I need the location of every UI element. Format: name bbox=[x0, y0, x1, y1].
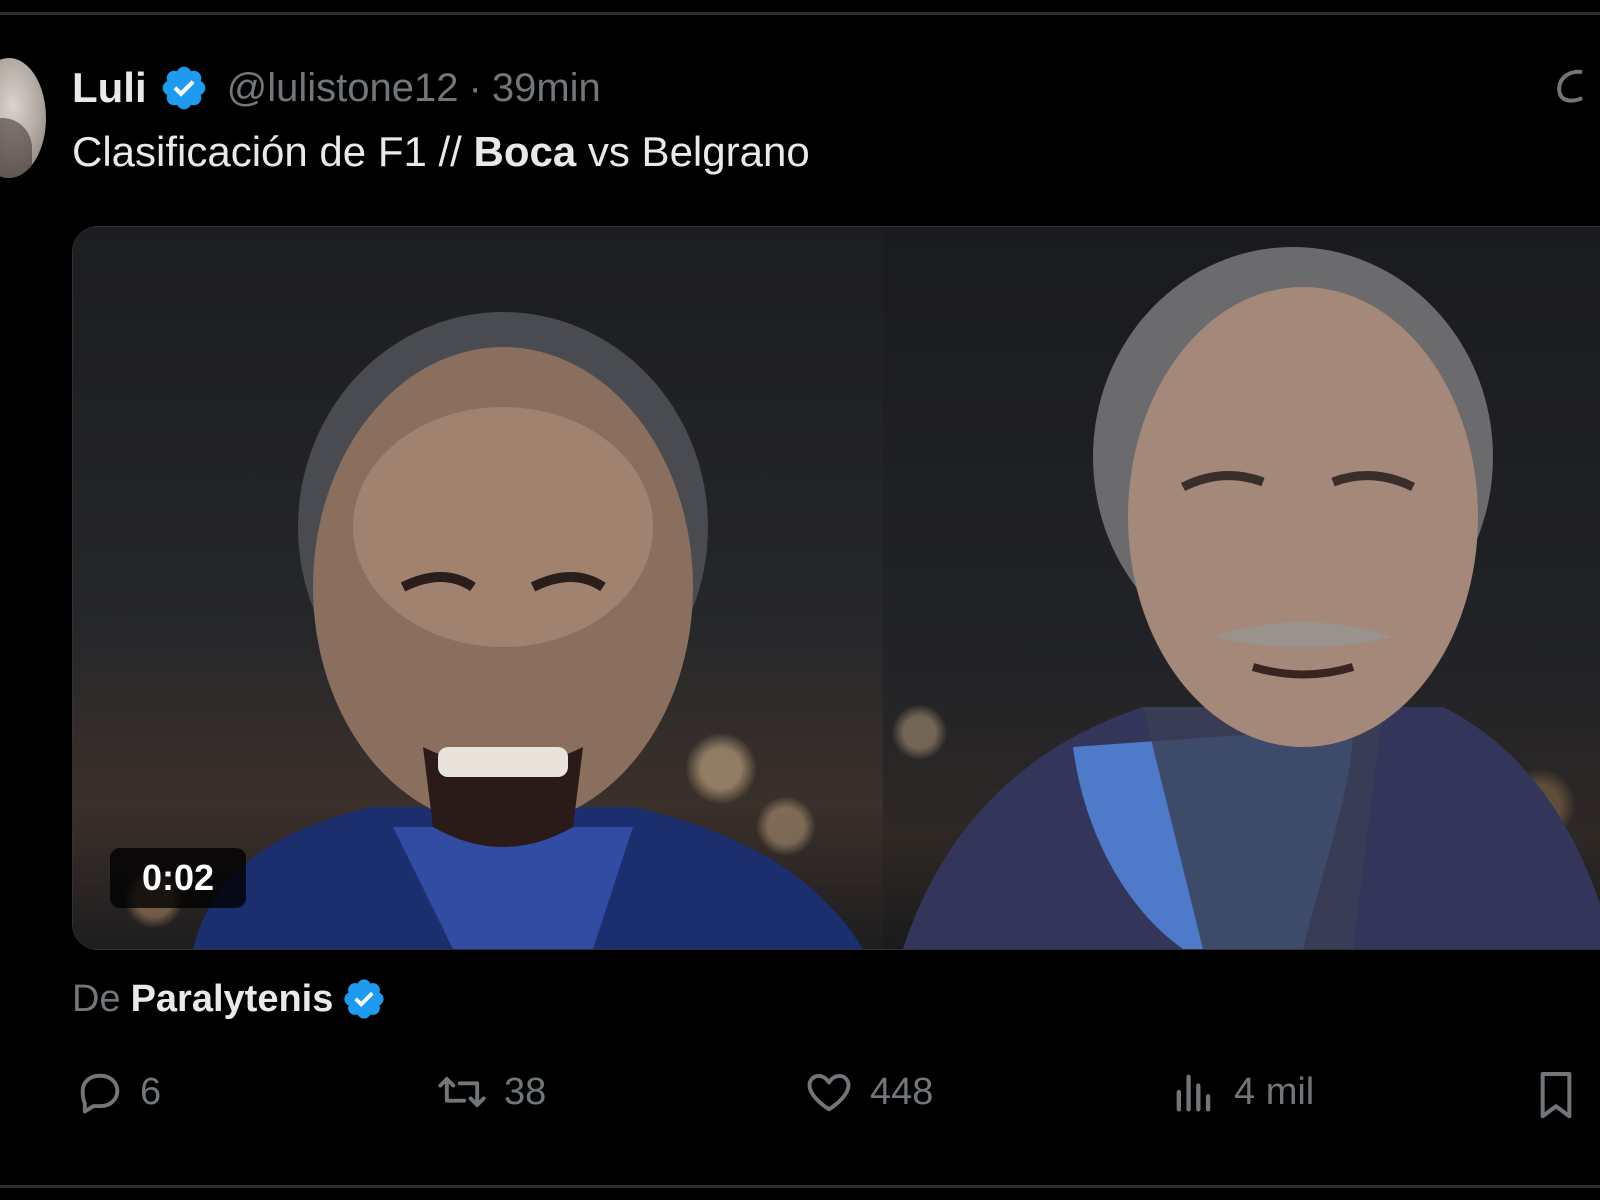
video-duration: 0:02 bbox=[110, 848, 246, 908]
tweet-text-bold: Boca bbox=[473, 128, 577, 175]
source-prefix: De bbox=[72, 977, 121, 1020]
heart-icon bbox=[807, 1074, 851, 1112]
person-laughing bbox=[193, 312, 863, 949]
video-frame-right bbox=[883, 227, 1600, 949]
retweet-count: 38 bbox=[504, 1070, 547, 1113]
tweet-text-part1: Clasificación de F1 // bbox=[72, 128, 474, 175]
avatar[interactable] bbox=[0, 58, 46, 178]
video-source: De Paralytenis bbox=[72, 976, 387, 1022]
post-time[interactable]: 39min bbox=[492, 66, 601, 111]
tweet-text-part2: vs Belgrano bbox=[576, 128, 810, 175]
video-player[interactable] bbox=[72, 226, 1600, 950]
source-account[interactable]: Paralytenis bbox=[131, 978, 334, 1021]
separator-dot: · bbox=[468, 65, 482, 110]
verified-badge-icon[interactable] bbox=[159, 63, 209, 113]
retweet-button[interactable]: 38 bbox=[434, 1066, 546, 1118]
video-frame-left bbox=[73, 227, 883, 949]
like-button[interactable]: 448 bbox=[802, 1066, 933, 1118]
reply-icon bbox=[80, 1073, 120, 1114]
grok-icon[interactable] bbox=[1548, 62, 1588, 112]
verified-badge-icon bbox=[344, 979, 385, 1019]
views-button[interactable]: 4 mil bbox=[1168, 1066, 1314, 1118]
reply-button[interactable]: 6 bbox=[74, 1066, 161, 1118]
like-count: 448 bbox=[870, 1070, 934, 1113]
tweet-text: Clasificación de F1 // Boca vs Belgrano bbox=[72, 128, 810, 176]
bookmark-icon bbox=[1540, 1072, 1572, 1119]
views-icon bbox=[1176, 1074, 1211, 1112]
tweet-header: Luli @lulistone12 · 39min bbox=[72, 62, 601, 114]
bottom-divider bbox=[0, 1185, 1600, 1188]
author-handle[interactable]: @lulistone12 bbox=[227, 66, 459, 111]
person-serious bbox=[903, 247, 1600, 949]
reply-count: 6 bbox=[140, 1070, 162, 1113]
retweet-icon bbox=[438, 1077, 486, 1107]
author-name[interactable]: Luli bbox=[72, 64, 147, 112]
bookmark-button[interactable] bbox=[1536, 1066, 1590, 1122]
views-count: 4 mil bbox=[1234, 1070, 1315, 1113]
top-divider bbox=[0, 12, 1600, 15]
action-bar: 6 38 448 4 mil bbox=[0, 1066, 1600, 1126]
